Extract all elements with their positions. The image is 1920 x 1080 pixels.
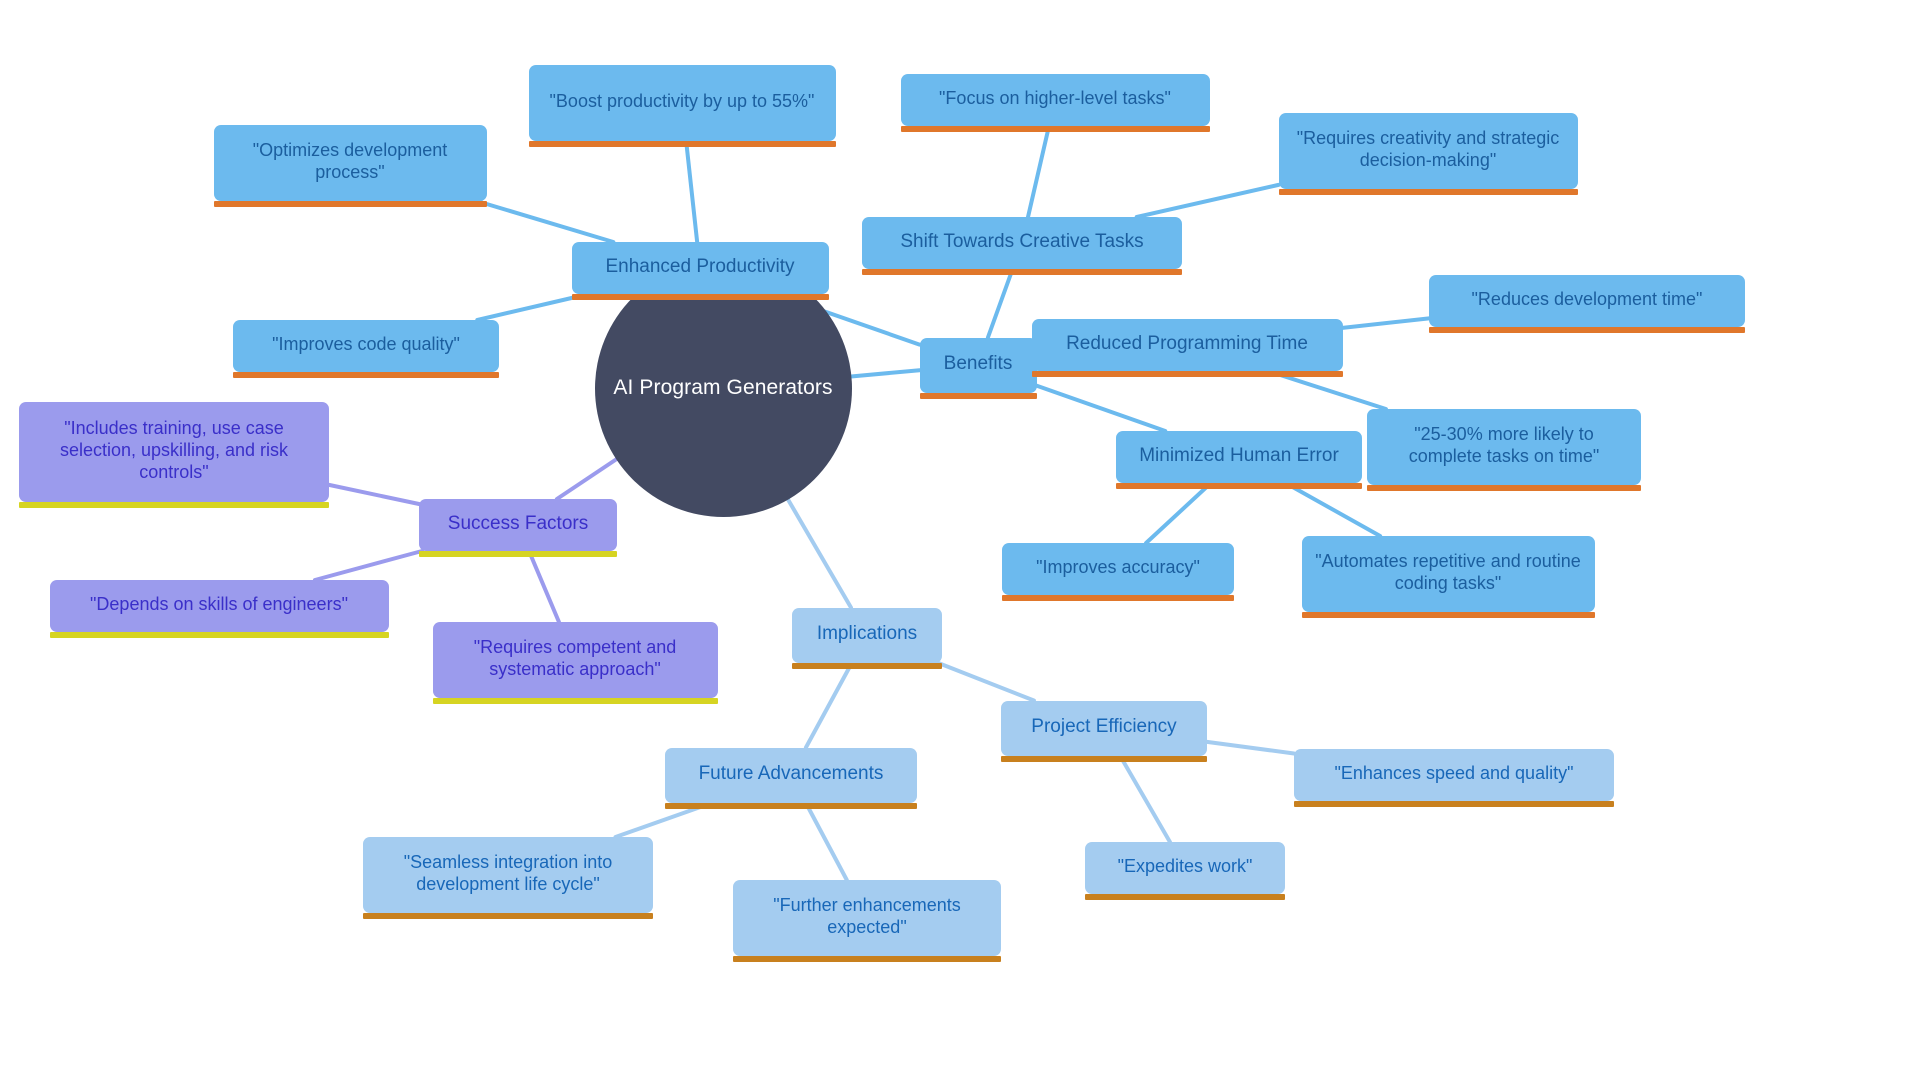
- node-label-expedites-work: "Expedites work": [1117, 856, 1253, 877]
- node-label-enhances-speed-quality: "Enhances speed and quality": [1334, 763, 1574, 784]
- edge-benefits-to-shift-towards-creative-tasks: [985, 267, 1015, 340]
- edge-future-advancements-to-further-enhancements: [803, 800, 849, 882]
- node-label-optimizes-development-process: "Optimizes development process": [252, 140, 448, 182]
- node-label-reduces-development-time: "Reduces development time": [1471, 289, 1703, 310]
- node-reduces-development-time[interactable]: "Reduces development time": [1429, 275, 1745, 333]
- node-requires-creativity[interactable]: "Requires creativity and strategic decis…: [1278, 113, 1578, 195]
- node-label-focus-higher-level-tasks: "Focus on higher-level tasks": [939, 88, 1171, 109]
- edge-success-factors-to-requires-competent: [526, 549, 561, 624]
- node-improves-code-quality[interactable]: "Improves code quality": [233, 320, 499, 378]
- node-label-future-advancements: Future Advancements: [698, 763, 884, 785]
- edge-minimized-human-error-to-improves-accuracy: [1144, 481, 1213, 545]
- node-label-implications: Implications: [816, 623, 918, 645]
- node-improves-accuracy[interactable]: "Improves accuracy": [1002, 543, 1234, 601]
- node-focus-higher-level-tasks[interactable]: "Focus on higher-level tasks": [900, 74, 1210, 132]
- edge-center-to-success-factors: [554, 457, 619, 501]
- node-label-requires-creativity: "Requires creativity and strategic decis…: [1296, 128, 1560, 170]
- node-25-30-more-likely[interactable]: "25-30% more likely to complete tasks on…: [1367, 409, 1641, 491]
- edge-success-factors-to-depends-on-skills: [312, 549, 425, 582]
- edge-minimized-human-error-to-automates-repetitive: [1283, 481, 1383, 538]
- node-label-enhanced-productivity: Enhanced Productivity: [605, 256, 795, 278]
- node-label-automates-repetitive: "Automates repetitive and routine coding…: [1315, 551, 1581, 593]
- node-label-boost-productivity: "Boost productivity by up to 55%": [549, 91, 815, 112]
- node-reduced-programming-time[interactable]: Reduced Programming Time: [1031, 319, 1343, 377]
- node-label-project-efficiency: Project Efficiency: [1031, 716, 1177, 738]
- edge-reduced-programming-time-to-reduces-development-time: [1340, 316, 1431, 330]
- edge-center-to-benefits: [848, 368, 922, 379]
- node-label-improves-code-quality: "Improves code quality": [272, 334, 460, 355]
- node-label-further-enhancements: "Further enhancements expected": [773, 895, 961, 937]
- node-boost-productivity[interactable]: "Boost productivity by up to 55%": [528, 65, 836, 147]
- node-enhances-speed-quality[interactable]: "Enhances speed and quality": [1294, 749, 1614, 807]
- mindmap-canvas: AI Program Generators Enhanced Productivi…: [0, 0, 1920, 1080]
- node-label-seamless-integration: "Seamless integration into development l…: [403, 852, 613, 894]
- edge-project-efficiency-to-enhances-speed-quality: [1205, 739, 1296, 756]
- node-label-benefits: Benefits: [943, 353, 1013, 375]
- edge-enhanced-productivity-to-boost-productivity: [684, 139, 700, 244]
- node-shift-towards-creative-tasks[interactable]: Shift Towards Creative Tasks: [862, 217, 1182, 275]
- center-node-label: AI Program Generators: [613, 376, 833, 399]
- node-seamless-integration[interactable]: "Seamless integration into development l…: [363, 837, 653, 919]
- node-project-efficiency[interactable]: Project Efficiency: [1001, 700, 1207, 762]
- edge-shift-towards-creative-tasks-to-requires-creativity: [1134, 182, 1281, 219]
- edge-implications-to-project-efficiency: [935, 660, 1036, 703]
- edge-shift-towards-creative-tasks-to-focus-higher-level-tasks: [1026, 124, 1051, 219]
- node-label-depends-on-skills: "Depends on skills of engineers": [90, 594, 348, 615]
- node-label-includes-training: "Includes training, use case selection, …: [59, 418, 289, 482]
- edge-success-factors-to-includes-training: [327, 482, 421, 506]
- node-label-improves-accuracy: "Improves accuracy": [1036, 557, 1200, 578]
- node-label-reduced-programming-time: Reduced Programming Time: [1066, 333, 1308, 355]
- edge-center-to-implications: [785, 497, 853, 610]
- edge-project-efficiency-to-expedites-work: [1117, 753, 1172, 844]
- node-label-requires-competent: "Requires competent and systematic appro…: [473, 637, 677, 679]
- node-success-factors[interactable]: Success Factors: [419, 499, 617, 557]
- edge-benefits-to-minimized-human-error: [1034, 383, 1168, 433]
- node-future-advancements[interactable]: Future Advancements: [665, 747, 917, 809]
- node-requires-competent[interactable]: "Requires competent and systematic appro…: [432, 622, 718, 704]
- edge-enhanced-productivity-to-optimizes-development-process: [474, 199, 616, 244]
- node-label-success-factors: Success Factors: [447, 513, 589, 535]
- node-enhanced-productivity[interactable]: Enhanced Productivity: [571, 242, 829, 300]
- node-optimizes-development-process[interactable]: "Optimizes development process": [213, 125, 487, 207]
- node-label-25-30-more-likely: "25-30% more likely to complete tasks on…: [1408, 424, 1600, 466]
- node-label-shift-towards-creative-tasks: Shift Towards Creative Tasks: [900, 231, 1144, 253]
- node-further-enhancements[interactable]: "Further enhancements expected": [733, 880, 1001, 962]
- node-implications[interactable]: Implications: [792, 607, 942, 669]
- node-includes-training[interactable]: "Includes training, use case selection, …: [19, 402, 329, 508]
- node-minimized-human-error[interactable]: Minimized Human Error: [1116, 431, 1362, 489]
- node-benefits[interactable]: Benefits: [919, 337, 1037, 399]
- node-expedites-work[interactable]: "Expedites work": [1085, 842, 1285, 900]
- edge-implications-to-future-advancements: [803, 660, 855, 750]
- node-label-minimized-human-error: Minimized Human Error: [1139, 445, 1339, 467]
- node-depends-on-skills[interactable]: "Depends on skills of engineers": [49, 580, 389, 638]
- node-automates-repetitive[interactable]: "Automates repetitive and routine coding…: [1301, 536, 1595, 618]
